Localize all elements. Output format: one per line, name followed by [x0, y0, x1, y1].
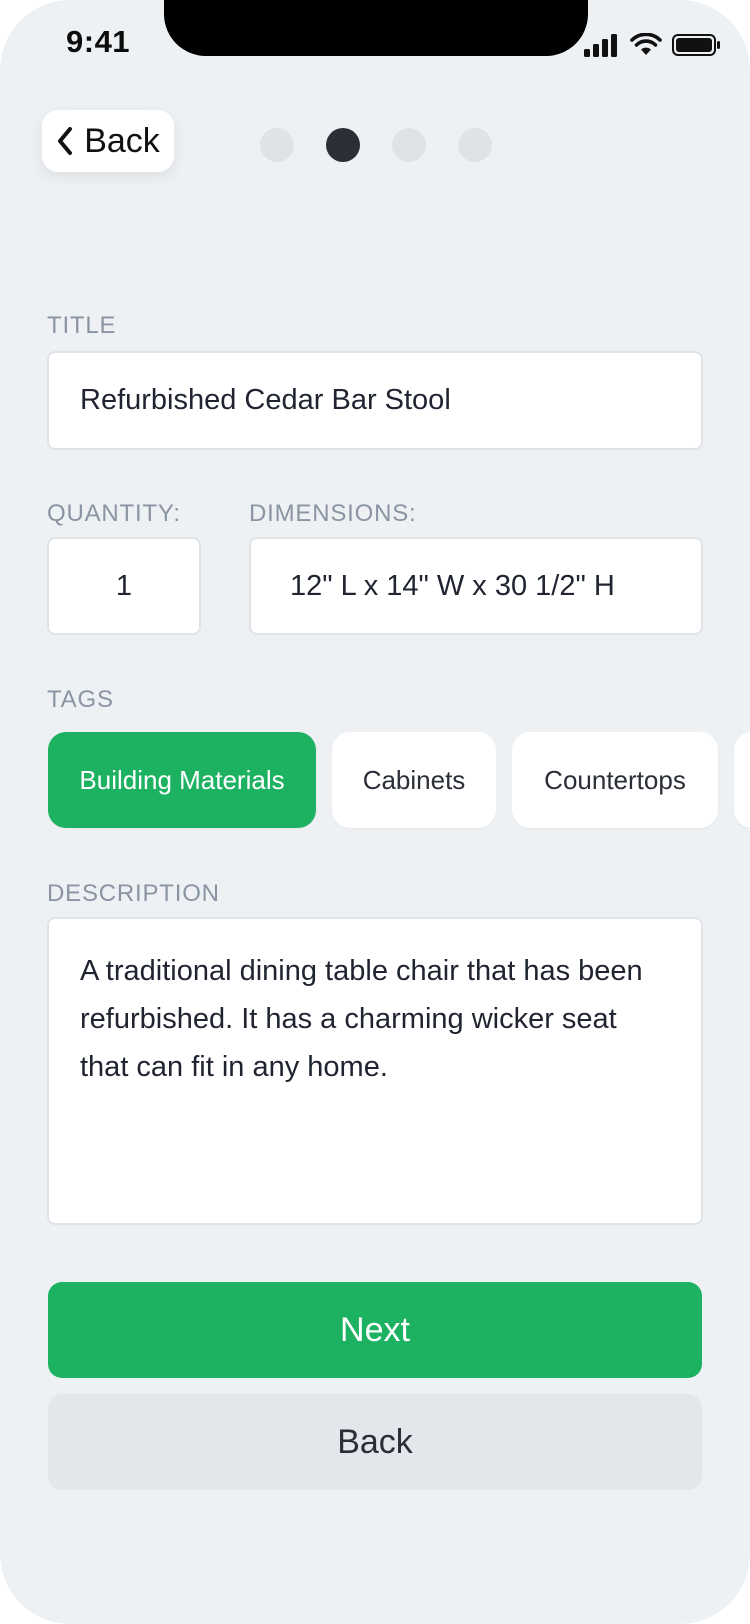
step-dot	[392, 128, 426, 162]
step-dot	[458, 128, 492, 162]
dimensions-value: 12" L x 14" W x 30 1/2" H	[290, 569, 615, 602]
dimensions-label: DIMENSIONS:	[249, 500, 417, 527]
quantity-value: 1	[115, 569, 133, 602]
tags-label: TAGS	[47, 686, 114, 713]
status-icons	[584, 30, 722, 60]
header-back-label: Back	[84, 121, 160, 160]
status-time: 9:41	[66, 24, 131, 59]
battery-icon	[672, 34, 720, 56]
tag-cabinets[interactable]: Cabinets	[332, 732, 496, 828]
step-indicator	[260, 128, 492, 162]
device-notch	[164, 0, 588, 56]
step-dot	[260, 128, 294, 162]
description-textarea[interactable]: A traditional dining table chair that ha…	[47, 917, 703, 1225]
title-label: TITLE	[47, 312, 117, 339]
description-label: DESCRIPTION	[47, 880, 220, 907]
signal-icon	[584, 34, 617, 57]
next-button[interactable]: Next	[48, 1282, 702, 1378]
title-value: Refurbished Cedar Bar Stool	[80, 384, 451, 416]
header-back-button[interactable]: Back	[42, 110, 174, 172]
title-input[interactable]: Refurbished Cedar Bar Stool	[47, 351, 703, 450]
back-button[interactable]: Back	[48, 1394, 702, 1490]
tag-overflow[interactable]	[734, 732, 750, 828]
description-value: A traditional dining table chair that ha…	[80, 955, 643, 1083]
step-dot-active	[326, 128, 360, 162]
chevron-left-icon	[58, 127, 73, 155]
wifi-icon	[630, 33, 662, 55]
quantity-input[interactable]: 1	[47, 537, 201, 635]
dimensions-input[interactable]: 12" L x 14" W x 30 1/2" H	[249, 537, 703, 635]
tag-countertops[interactable]: Countertops	[512, 732, 718, 828]
tag-building-materials[interactable]: Building Materials	[48, 732, 316, 828]
phone-screen: 9:41 Back TITLE Refurbished Cedar Bar St…	[0, 0, 750, 1624]
quantity-label: QUANTITY:	[47, 500, 181, 527]
